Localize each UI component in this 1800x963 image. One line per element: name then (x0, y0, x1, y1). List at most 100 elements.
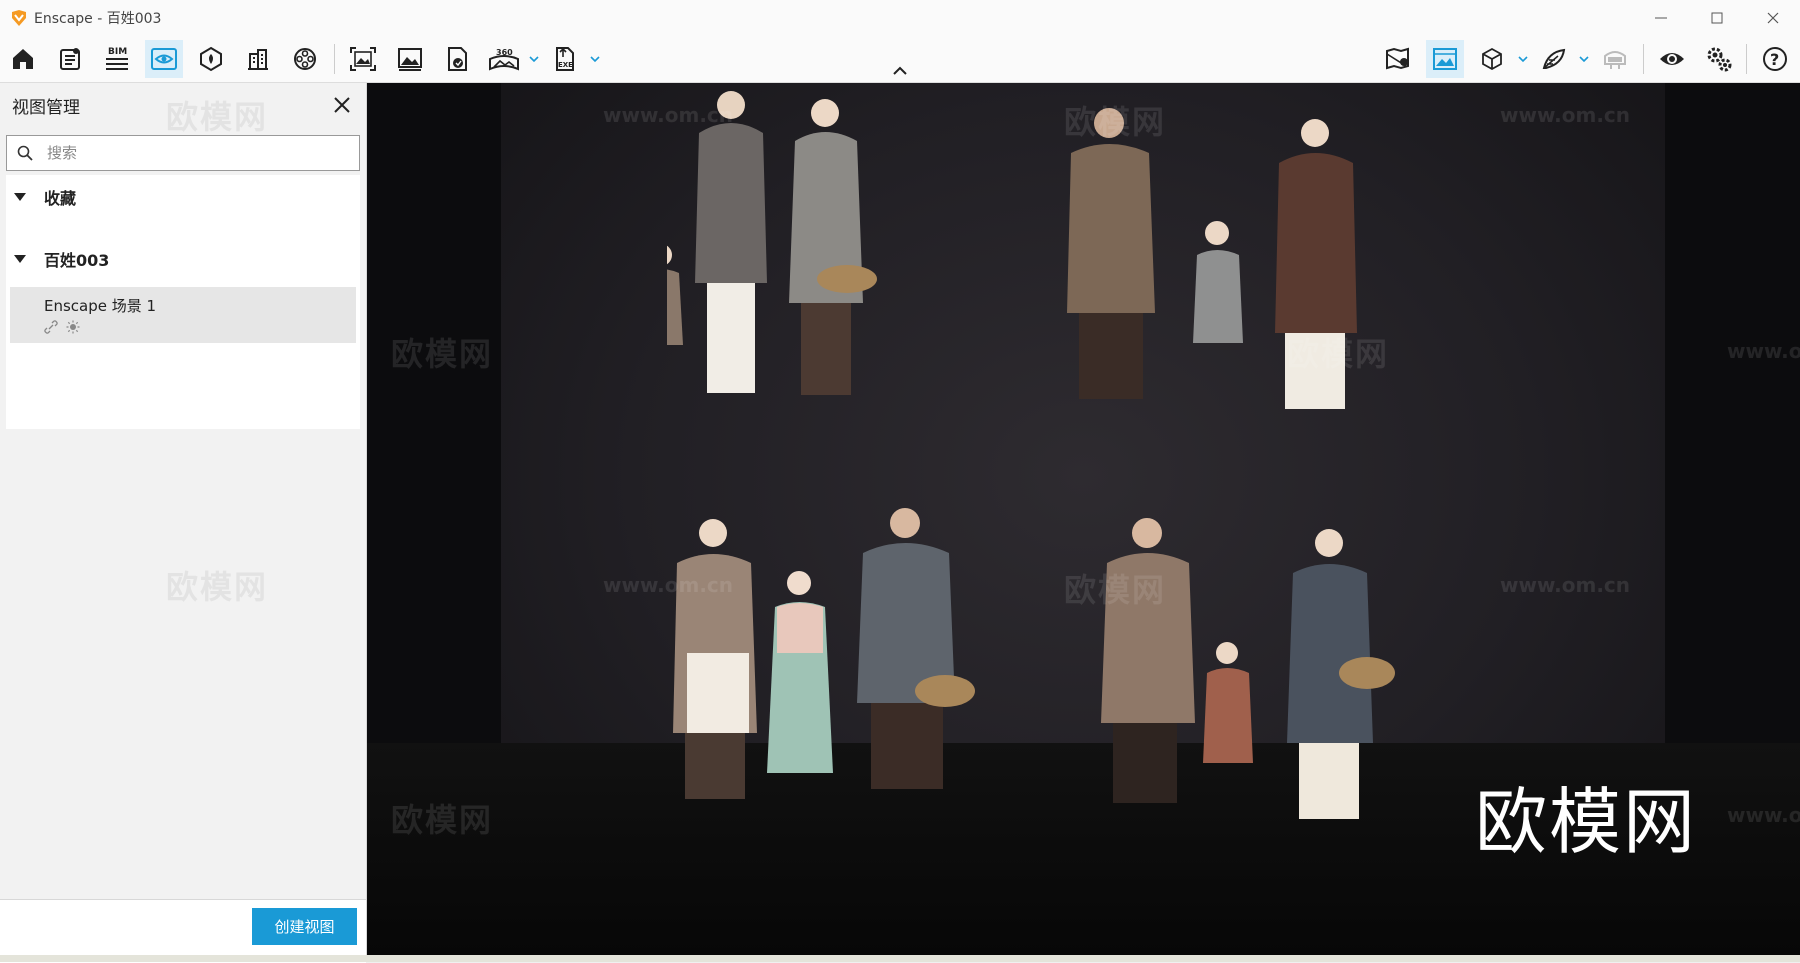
watermark-url: www.om.cn (1727, 803, 1800, 827)
close-window-button[interactable] (1746, 0, 1800, 36)
watermark-url: www.om.cn (1727, 339, 1800, 363)
360-icon: 360 (489, 48, 519, 71)
favorites-header[interactable]: 收藏 (6, 175, 360, 219)
views-button[interactable] (145, 40, 183, 78)
vr-headset-button[interactable] (1596, 40, 1634, 78)
watermark-text: 欧模网 (166, 568, 269, 606)
title-bar: Enscape - 百姓003 (0, 0, 1800, 36)
cube-button[interactable] (1473, 40, 1511, 78)
render-viewport[interactable]: 欧模网 www.om.cn 欧模网 www.om.cn 欧模网 欧模网 www.… (367, 83, 1800, 955)
search-icon (15, 143, 35, 163)
toolbar-separator (1643, 44, 1644, 74)
project-label: 百姓003 (44, 251, 110, 270)
search-box (6, 135, 360, 171)
chevron-down-icon (1579, 56, 1589, 63)
exe-label: EXE (558, 61, 573, 69)
360-button[interactable]: 360 (485, 40, 523, 78)
svg-text:?: ? (1770, 50, 1779, 69)
collapse-toolbar-button[interactable] (890, 62, 910, 80)
watermark-text: 欧模网 (391, 335, 494, 373)
link-icon (44, 320, 58, 334)
create-view-button[interactable]: 创建视图 (252, 908, 357, 945)
image-settings-icon (1433, 48, 1457, 70)
project-section: 百姓003 Enscape 场景 1 (6, 237, 360, 429)
project-header[interactable]: 百姓003 (6, 237, 360, 281)
export-exe-icon: EXE (556, 47, 574, 71)
maximize-button[interactable] (1690, 0, 1744, 36)
panorama-button[interactable] (438, 40, 476, 78)
watermark-text: 欧模网 (166, 98, 269, 136)
bim-button[interactable]: BIM (98, 40, 136, 78)
watermark-text: 欧模网 (1064, 571, 1167, 609)
toolbar-separator (334, 44, 335, 74)
close-icon (334, 97, 350, 113)
feather-dropdown[interactable] (1577, 52, 1591, 66)
chevron-up-icon (893, 66, 907, 75)
sun-icon (66, 320, 80, 334)
minimize-icon (1655, 17, 1667, 19)
watermark-url: www.om.cn (1500, 103, 1631, 127)
batch-render-icon (350, 47, 376, 71)
feather-icon (1542, 48, 1566, 69)
vr-headset-icon (1604, 51, 1626, 69)
cube-icon (1482, 47, 1502, 71)
screenshot-icon (398, 48, 422, 71)
help-icon: ? (1763, 47, 1787, 71)
bim-icon: BIM (106, 47, 128, 70)
watermark-url: www.om.cn (603, 573, 734, 597)
close-icon (1767, 12, 1779, 24)
video-editor-button[interactable] (286, 40, 324, 78)
assets-button[interactable] (51, 40, 89, 78)
cube-dropdown[interactable] (1516, 52, 1530, 66)
minimize-button[interactable] (1634, 0, 1688, 36)
collapse-triangle-icon (14, 193, 26, 201)
export-exe-button[interactable]: EXE (546, 40, 584, 78)
maximize-icon (1711, 12, 1723, 24)
settings-button[interactable] (1700, 40, 1738, 78)
views-icon (151, 48, 177, 70)
watermark-url: www.om.cn (603, 103, 734, 127)
chevron-down-icon (529, 56, 539, 63)
materials-icon (200, 46, 222, 72)
feather-button[interactable] (1535, 40, 1573, 78)
watermark-text: 欧模网 (391, 801, 494, 839)
home-button[interactable] (4, 40, 42, 78)
image-settings-button[interactable] (1426, 40, 1464, 78)
visual-settings-button[interactable] (1653, 40, 1691, 78)
view-list-item[interactable]: Enscape 场景 1 (10, 287, 356, 343)
map-icon (1386, 47, 1409, 70)
watermark-text: 欧模网 (1064, 103, 1167, 141)
panel-title: 视图管理 (12, 98, 80, 118)
materials-button[interactable] (192, 40, 230, 78)
toolbar-separator (1746, 44, 1747, 74)
batch-render-button[interactable] (344, 40, 382, 78)
screenshot-button[interactable] (391, 40, 429, 78)
window-title: Enscape - 百姓003 (34, 11, 162, 27)
video-editor-icon (294, 48, 316, 70)
view-name: Enscape 场景 1 (44, 297, 157, 315)
settings-icon (1707, 47, 1732, 72)
chevron-down-icon (1518, 56, 1528, 63)
export-dropdown[interactable] (588, 52, 602, 66)
map-button[interactable] (1379, 40, 1417, 78)
big-watermark: 欧模网 (1475, 780, 1698, 864)
assets-icon (60, 48, 80, 70)
watermark-url: www.om.cn (1500, 573, 1631, 597)
home-icon (13, 49, 33, 69)
search-input[interactable] (45, 143, 339, 163)
favorites-label: 收藏 (44, 189, 77, 208)
view-manager-panel: 视图管理 收藏 百姓003 Enscape 场景 1 创建视图 (0, 83, 367, 963)
site-context-button[interactable] (239, 40, 277, 78)
window-bottom-edge (0, 955, 1800, 962)
collapse-triangle-icon (14, 255, 26, 263)
360-dropdown[interactable] (527, 52, 541, 66)
visual-settings-icon (1660, 53, 1684, 65)
close-panel-button[interactable] (330, 93, 354, 117)
site-context-icon (248, 49, 268, 70)
help-button[interactable]: ? (1756, 40, 1794, 78)
enscape-logo-icon (12, 10, 26, 26)
chevron-down-icon (590, 56, 600, 63)
watermark-text: 欧模网 (1287, 335, 1390, 373)
bim-label: BIM (108, 47, 127, 57)
panorama-icon (448, 47, 467, 71)
